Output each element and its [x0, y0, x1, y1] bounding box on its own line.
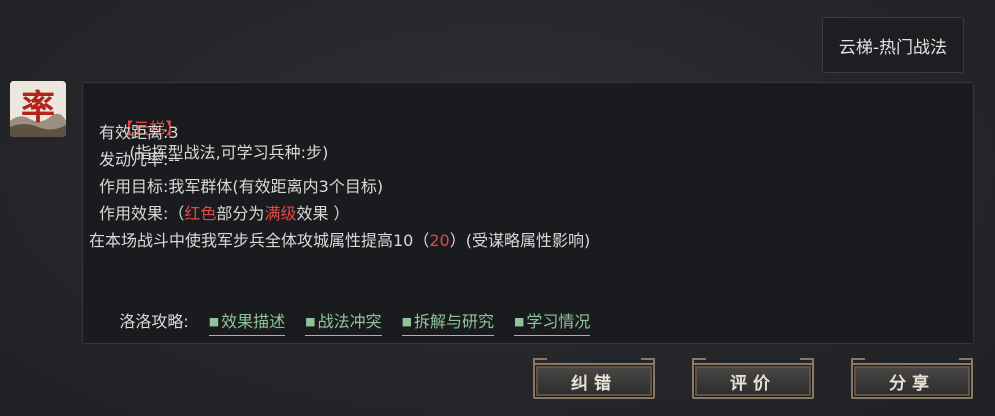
user-message-text: 云梯-热门战法	[838, 37, 948, 58]
effect-prefix: 作用效果:（	[99, 204, 185, 223]
strategy-link-skill-conflict[interactable]: ■ 战法冲突	[305, 311, 382, 336]
strategy-link-label: 拆解与研究	[414, 312, 495, 331]
strategy-link-label: 战法冲突	[317, 312, 382, 331]
effect-suffix: 效果 ）	[296, 204, 350, 223]
square-bullet-icon: ■	[514, 315, 525, 328]
correct-button-label: 纠错	[571, 373, 617, 394]
desc-max-value: 20	[429, 231, 450, 250]
avatar-image: 率	[10, 81, 66, 137]
strategy-link-label: 学习情况	[526, 312, 591, 331]
strategy-row: 洛洛攻略: ■ 效果描述 ■ 战法冲突 ■ 拆解与研究 ■ 学习情况	[99, 286, 591, 360]
skill-effect: 作用效果:（红色部分为满级效果 ）	[99, 202, 350, 226]
strategy-link-effect-description[interactable]: ■ 效果描述	[208, 311, 286, 336]
square-bullet-icon: ■	[305, 315, 316, 328]
avatar[interactable]: 率	[10, 81, 66, 137]
strategy-link-learning-status[interactable]: ■ 学习情况	[514, 311, 591, 336]
effect-max-text: 满级	[264, 204, 297, 223]
strategy-label: 洛洛攻略:	[119, 312, 189, 331]
strategy-link-label: 效果描述	[221, 312, 286, 331]
bot-reply-panel: 【云梯】 (指挥型战法,可学习兵种:步) 有效距离:3 发动几率:-- 作用目标…	[82, 82, 974, 344]
skill-trigger-rate: 发动几率:--	[99, 150, 180, 169]
skill-description: 在本场战斗中使我军步兵全体攻城属性提高10（20）(受谋略属性影响)	[89, 229, 590, 253]
share-button[interactable]: 分享	[851, 358, 973, 399]
share-button-label: 分享	[889, 373, 935, 394]
user-message-bubble: 云梯-热门战法	[822, 17, 964, 73]
avatar-glyph: 率	[21, 88, 55, 128]
skill-target: 作用目标:我军群体(有效距离内3个目标)	[99, 177, 384, 196]
strategy-link-dismantle-research[interactable]: ■ 拆解与研究	[401, 311, 495, 336]
effect-mid: 部分为	[216, 204, 265, 223]
effect-red-text: 红色	[184, 204, 217, 223]
skill-range: 有效距离:3	[99, 123, 179, 142]
review-button-label: 评价	[730, 373, 776, 394]
correct-button[interactable]: 纠错	[533, 358, 655, 399]
square-bullet-icon: ■	[401, 315, 412, 328]
review-button[interactable]: 评价	[692, 358, 814, 399]
desc-prefix: 在本场战斗中使我军步兵全体攻城属性提高10（	[89, 231, 430, 250]
desc-suffix: ）(受谋略属性影响)	[449, 231, 591, 250]
square-bullet-icon: ■	[208, 315, 220, 328]
